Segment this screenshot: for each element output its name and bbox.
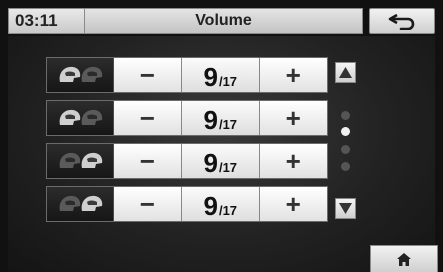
- volume-max: /17: [218, 160, 238, 175]
- volume-value: 9/17: [182, 187, 260, 221]
- helmet-pair-icon: [47, 187, 114, 221]
- helmet-pair-icon: [47, 101, 114, 135]
- page-indicator-dot: [341, 145, 350, 154]
- back-button[interactable]: [369, 8, 435, 34]
- volume-up-button[interactable]: +: [259, 144, 328, 178]
- helmet-left-icon: [59, 66, 81, 82]
- volume-row-3: − 9/17 +: [46, 143, 328, 179]
- page-indicator-dot: [341, 111, 350, 120]
- home-button[interactable]: [370, 245, 438, 272]
- helmet-left-icon: [59, 195, 81, 211]
- home-icon: [397, 252, 411, 266]
- volume-up-button[interactable]: +: [259, 58, 328, 92]
- scroll-up-button[interactable]: [335, 62, 356, 83]
- triangle-up-icon: [339, 67, 352, 78]
- page-indicator-dot-active: [341, 127, 350, 136]
- volume-max: /17: [218, 74, 238, 89]
- volume-current: 9: [203, 148, 218, 178]
- clock: 03:11: [8, 8, 84, 34]
- volume-value: 9/17: [182, 101, 260, 135]
- volume-up-button[interactable]: +: [259, 101, 328, 135]
- volume-current: 9: [203, 191, 218, 221]
- helmet-left-icon: [59, 109, 81, 125]
- helmet-right-icon: [81, 195, 103, 211]
- helmet-right-icon: [81, 152, 103, 168]
- volume-current: 9: [203, 62, 218, 92]
- volume-row-4: − 9/17 +: [46, 186, 328, 222]
- helmet-right-icon: [81, 109, 103, 125]
- page-title: Volume: [84, 8, 363, 34]
- volume-max: /17: [218, 203, 238, 218]
- volume-current: 9: [203, 105, 218, 135]
- triangle-down-icon: [339, 203, 352, 214]
- scroll-down-button[interactable]: [335, 198, 356, 219]
- helmet-left-icon: [59, 152, 81, 168]
- volume-down-button[interactable]: −: [113, 144, 183, 178]
- volume-value: 9/17: [182, 144, 260, 178]
- volume-up-button[interactable]: +: [259, 187, 328, 221]
- volume-value: 9/17: [182, 58, 260, 92]
- volume-down-button[interactable]: −: [113, 101, 183, 135]
- volume-row-2: − 9/17 +: [46, 100, 328, 136]
- title-bar: 03:11 Volume: [8, 8, 435, 34]
- page-indicator-dot: [341, 162, 350, 171]
- return-arrow-icon: [388, 13, 415, 30]
- volume-down-button[interactable]: −: [113, 58, 183, 92]
- volume-max: /17: [218, 117, 238, 132]
- helmet-pair-icon: [47, 144, 114, 178]
- helmet-pair-icon: [47, 58, 114, 92]
- volume-row-1: − 9/17 +: [46, 57, 328, 93]
- helmet-right-icon: [81, 66, 103, 82]
- volume-down-button[interactable]: −: [113, 187, 183, 221]
